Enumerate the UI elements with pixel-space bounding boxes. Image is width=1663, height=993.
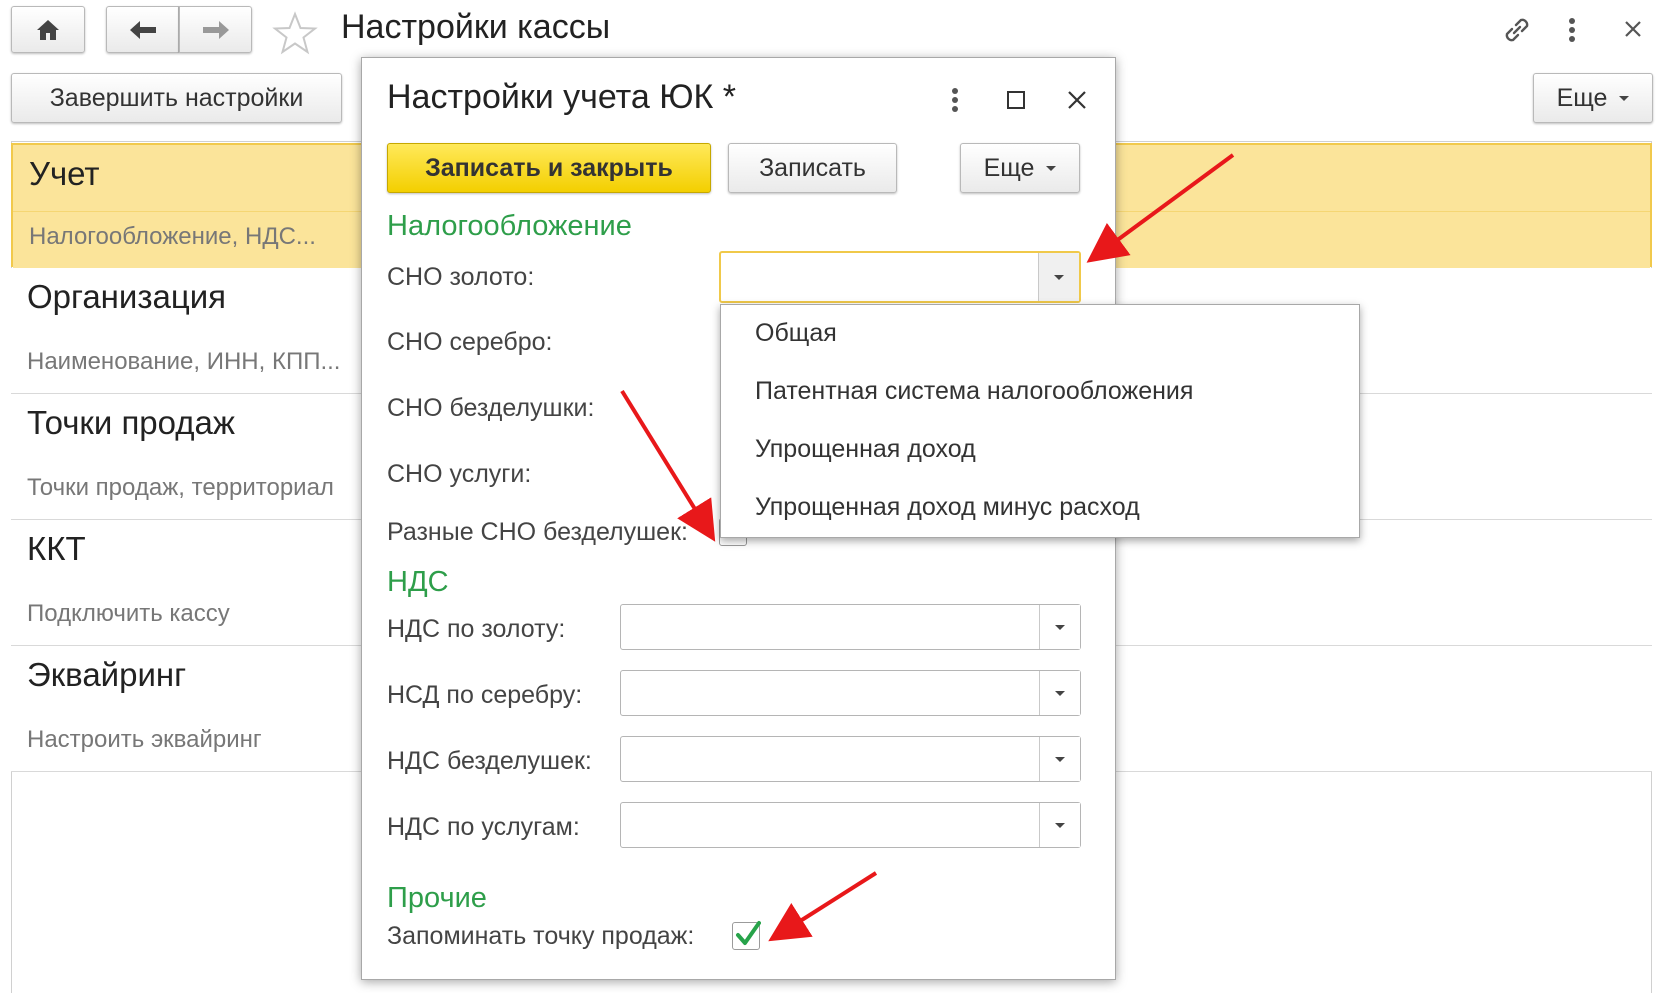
dialog-more-label: Еще [983,153,1035,182]
close-icon[interactable] [1618,14,1648,44]
section-title: Организация [27,278,227,315]
save-label: Записать [759,153,866,182]
vat-silver-label: НСД по серебру: [387,681,583,709]
section-title: Учет [29,155,100,192]
more-vertical-icon[interactable] [1560,12,1584,48]
section-subtitle: Налогообложение, НДС... [29,223,316,250]
chevron-down-icon [1055,624,1065,630]
dialog-more-vertical-icon[interactable] [935,80,975,120]
vat-gold-dropdown-button[interactable] [1039,605,1080,649]
chevron-down-icon [1054,274,1064,280]
vat-services-dropdown-button[interactable] [1039,803,1080,847]
finish-settings-button[interactable]: Завершить настройки [11,73,342,123]
list-item[interactable]: Патентная система налогообложения [755,377,1193,406]
vat-gold-label: НДС по золоту: [387,615,566,643]
group-other-heading: Прочие [387,882,487,914]
group-taxation-heading: Налогообложение [387,210,632,242]
save-button[interactable]: Записать [728,143,897,193]
more-button[interactable]: Еще [1533,73,1653,123]
arrow-left-icon [128,19,158,41]
chevron-down-icon [1055,822,1065,828]
sno-silver-label: СНО серебро: [387,328,553,356]
section-title: Эквайринг [27,656,187,693]
home-button[interactable] [11,6,85,53]
vat-gold-select[interactable] [620,604,1081,650]
dialog-title: Настройки учета ЮК * [387,78,737,116]
save-and-close-button[interactable]: Записать и закрыть [387,143,711,193]
sno-gold-select[interactable] [719,251,1081,303]
finish-settings-label: Завершить настройки [49,83,304,112]
arrow-right-icon [201,19,231,41]
dialog-close-icon[interactable] [1057,80,1097,120]
sno-gold-label: СНО золото: [387,263,535,291]
section-subtitle: Настроить эквайринг [27,726,262,753]
sno-services-label: СНО услуги: [387,460,532,488]
group-vat-heading: НДС [387,566,449,598]
remember-point-checkbox[interactable] [732,920,761,953]
vat-trinkets-select[interactable] [620,736,1081,782]
list-item[interactable]: Упрощенная доход минус расход [755,493,1140,522]
section-subtitle: Наименование, ИНН, КПП... [27,348,341,375]
dialog-more-button[interactable]: Еще [960,143,1080,193]
vat-services-label: НДС по услугам: [387,813,580,841]
different-sno-label: Разные СНО безделушек: [387,518,688,546]
section-title: ККТ [27,530,86,567]
sno-trinkets-label: СНО безделушки: [387,394,595,422]
chevron-down-icon [1619,95,1630,101]
more-label: Еще [1556,83,1608,112]
chevron-down-icon [1046,165,1057,171]
checkmark-icon [735,920,761,953]
back-button[interactable] [106,6,179,53]
link-icon[interactable] [1497,12,1537,48]
vat-silver-dropdown-button[interactable] [1039,671,1080,715]
list-item[interactable]: Упрощенная доход [755,435,976,464]
chevron-down-icon [1055,756,1065,762]
page-title: Настройки кассы [341,8,611,46]
sno-gold-dropdown-button[interactable] [1038,253,1079,301]
vat-silver-select[interactable] [620,670,1081,716]
sno-options-list: Общая Патентная система налогообложения … [720,304,1360,538]
vat-trinkets-dropdown-button[interactable] [1039,737,1080,781]
list-item[interactable]: Общая [755,319,837,348]
save-and-close-label: Записать и закрыть [425,153,673,182]
vat-services-select[interactable] [620,802,1081,848]
section-subtitle: Точки продаж, территориал [27,474,334,501]
section-title: Точки продаж [27,404,235,441]
forward-button[interactable] [179,6,252,53]
section-subtitle: Подключить кассу [27,600,230,627]
maximize-icon[interactable] [996,80,1036,120]
vat-trinkets-label: НДС безделушек: [387,747,592,775]
star-icon[interactable] [272,11,318,60]
home-icon [35,18,61,42]
chevron-down-icon [1055,690,1065,696]
remember-point-label: Запоминать точку продаж: [387,922,695,950]
